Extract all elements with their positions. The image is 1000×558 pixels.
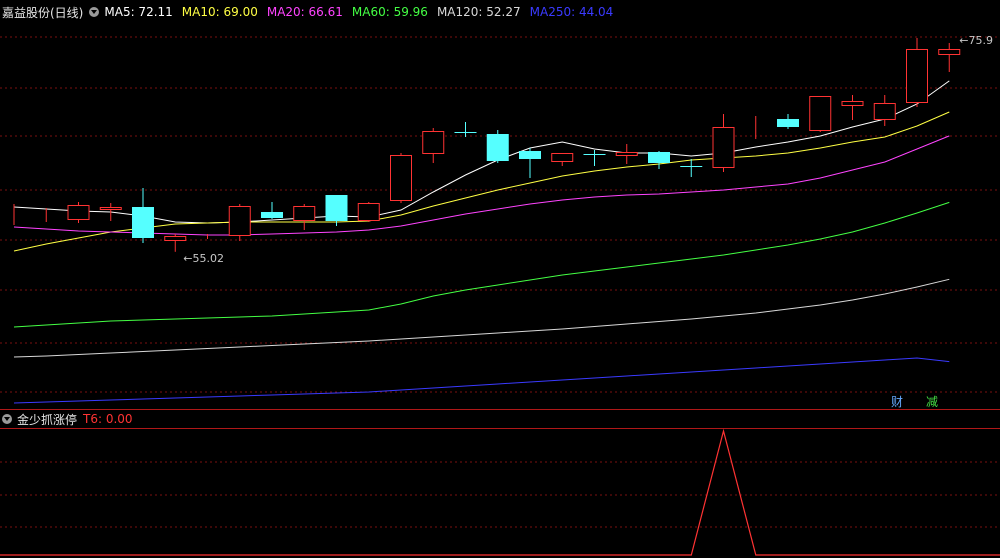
candle-22-body [712, 127, 735, 168]
indicator-line-t6 [0, 428, 1000, 556]
candle-3-body [99, 207, 122, 210]
candle-21-body [680, 166, 703, 167]
candle-9-body [293, 206, 316, 221]
candle-29-body [938, 49, 961, 55]
candle-25-body [809, 96, 832, 131]
candle-15-body [486, 134, 509, 161]
chart-canvas: ←55.02 ←75.9 [0, 34, 1000, 556]
ma-legend: MA5: 72.11 MA10: 69.00 MA20: 66.61 MA60: 59… [104, 5, 622, 19]
candle-19-body [615, 152, 638, 156]
ma-line-ma60 [13, 201, 950, 328]
candle-28-body [906, 49, 928, 103]
finance-badge[interactable]: 财 [890, 395, 904, 409]
candle-11-body [357, 203, 380, 221]
stock-title[interactable]: 嘉益股份(日线) [2, 4, 83, 21]
candle-24-body [777, 119, 799, 127]
candle-20-body [648, 152, 670, 163]
candle-10-body [325, 195, 348, 221]
ma-label-4: MA120: 52.27 [436, 5, 521, 19]
price-annotation-0: ←55.02 [183, 252, 224, 265]
candle-17-body [551, 153, 574, 162]
candle-16-body [519, 151, 541, 159]
reduce-badge[interactable]: 减 [925, 395, 939, 409]
ma-line-ma250 [13, 357, 950, 404]
ma-line-ma20 [13, 135, 950, 236]
ma-label-2: MA20: 66.61 [266, 5, 343, 19]
ma-line-ma120 [13, 278, 950, 358]
ma-label-3: MA60: 59.96 [351, 5, 428, 19]
candle-12-body [390, 155, 412, 201]
main-header-bar: 嘉益股份(日线) MA5: 72.11 MA10: 69.00 MA20: 66.6… [0, 3, 622, 21]
candle-2-body [67, 205, 90, 220]
candle-27-body [873, 103, 896, 120]
candle-4-body [132, 207, 154, 238]
candle-26-body [841, 101, 864, 106]
ma-label-0: MA5: 72.11 [104, 5, 173, 19]
candle-5-body [164, 236, 187, 241]
candle-13-body [422, 131, 445, 154]
ma-label-1: MA10: 69.00 [181, 5, 258, 19]
ma-label-5: MA250: 44.04 [529, 5, 614, 19]
indicator-header-bar: 金少抓涨停 T6: 0.00 [0, 410, 133, 428]
candle-14-body [454, 132, 477, 133]
dropdown-toggle-icon[interactable] [89, 7, 100, 17]
candle-8-body [261, 212, 283, 218]
indicator-value: T6: 0.00 [83, 412, 133, 426]
candle-7-body [228, 206, 251, 236]
ma-line-ma5 [13, 80, 950, 224]
price-annotation-1: ←75.9 [959, 34, 993, 47]
indicator-dropdown-icon[interactable] [2, 414, 12, 424]
indicator-title[interactable]: 金少抓涨停 [17, 411, 77, 428]
ma-line-ma10 [13, 111, 950, 252]
candle-18-body [583, 154, 606, 155]
